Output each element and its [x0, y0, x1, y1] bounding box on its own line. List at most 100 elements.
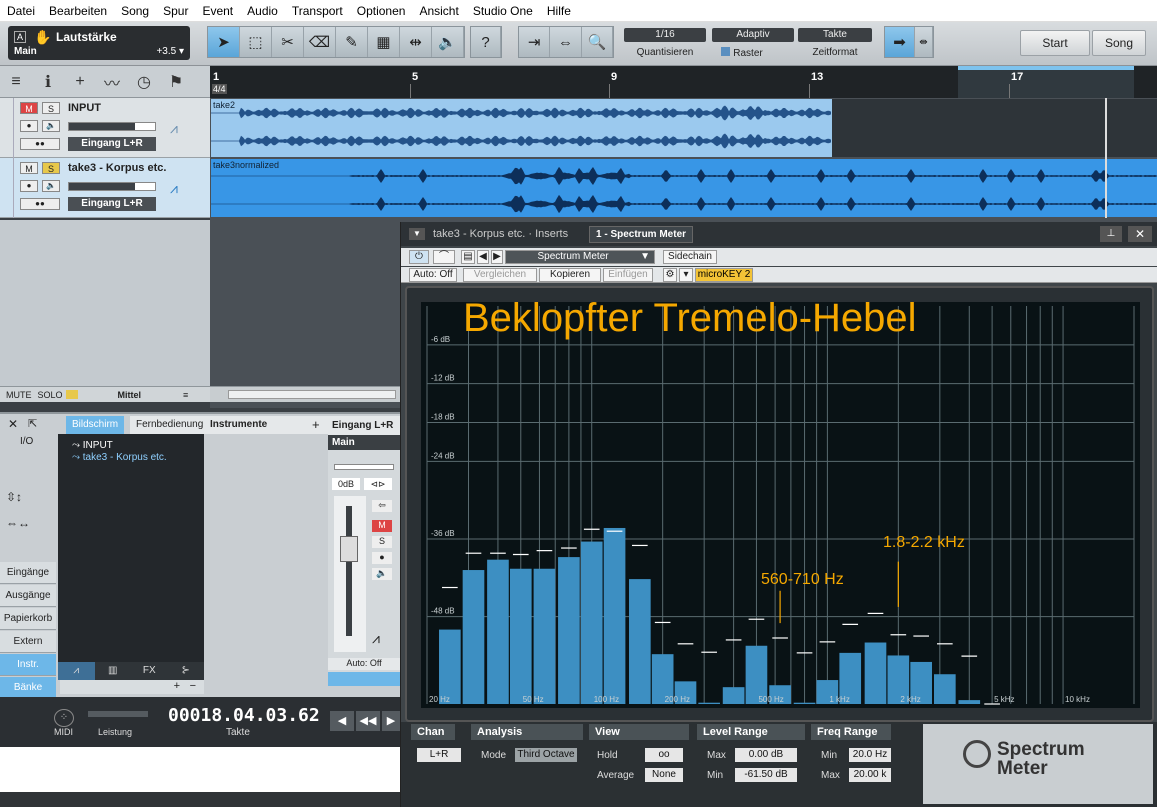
marker-flag-icon[interactable]: ⚑	[160, 72, 192, 92]
arrange-scrollbar[interactable]	[210, 386, 400, 402]
menu-event[interactable]: Event	[195, 4, 240, 18]
waveform-icon[interactable]: ⩘	[58, 662, 95, 680]
pencil-tool-icon[interactable]: ✎	[336, 27, 368, 57]
compare-button[interactable]: Vergleichen	[463, 268, 537, 282]
monitor-icon[interactable]: 🔈	[42, 120, 60, 132]
track-name[interactable]: INPUT	[68, 102, 101, 114]
rewind-icon[interactable]: ◀◀	[356, 711, 380, 731]
fmin-value[interactable]: 20.0 Hz	[849, 748, 891, 762]
song-button[interactable]: Song	[1092, 30, 1146, 56]
solo-button[interactable]: S	[372, 536, 392, 548]
zoom-in-icon[interactable]: ⇥	[519, 27, 551, 57]
fader-cap[interactable]	[340, 536, 358, 562]
list-item[interactable]: ⤳ take3 - Korpus etc.	[72, 452, 167, 463]
solo-button[interactable]: S	[42, 162, 60, 174]
automation-icon[interactable]: 〰	[96, 70, 128, 94]
mute-button[interactable]: M	[20, 162, 38, 174]
monitor-icon[interactable]: 🔈	[42, 180, 60, 192]
track-name[interactable]: take3 - Korpus etc.	[68, 162, 166, 174]
tab-fernbedienung[interactable]: Fernbedienung	[130, 416, 210, 434]
routing-icon[interactable]: ⊱	[168, 662, 205, 680]
copy-button[interactable]: Kopieren	[539, 268, 601, 282]
listen-tool-icon[interactable]: 🔈	[432, 27, 464, 57]
microkey-button[interactable]: microKEY 2	[695, 268, 753, 282]
follow-options-icon[interactable]: ⇼	[915, 27, 933, 57]
hold-value[interactable]: oo	[645, 748, 683, 762]
channel-output[interactable]: Main	[328, 435, 400, 450]
phase-icon[interactable]: ⊲⊳	[364, 478, 392, 490]
channel-auto[interactable]: Auto: Off	[328, 658, 400, 670]
track-volume-fader[interactable]	[68, 182, 156, 191]
audio-clip-take2[interactable]: take2	[211, 99, 832, 157]
mute-button[interactable]: M	[20, 102, 38, 114]
record-icon[interactable]: ●	[20, 180, 38, 192]
menu-studio-one[interactable]: Studio One	[466, 4, 540, 18]
link-icon[interactable]: ●●	[20, 138, 60, 150]
pin-icon[interactable]: ⊥	[1100, 226, 1122, 242]
global-mute[interactable]: MUTE	[6, 390, 32, 400]
loop-range[interactable]	[958, 66, 1134, 98]
record-icon[interactable]: ●	[372, 552, 392, 564]
mode-value[interactable]: Third Octave	[515, 748, 577, 762]
mute-tool-icon[interactable]: ▦	[368, 27, 400, 57]
solo-button[interactable]: S	[42, 102, 60, 114]
time-signature[interactable]: 4/4	[212, 84, 227, 94]
track-input[interactable]: M S INPUT ● 🔈 ●● Eingang L+R ⩘	[0, 98, 210, 158]
fmax-value[interactable]: 20.00 k	[849, 768, 891, 782]
next-preset-icon[interactable]: ▶	[491, 250, 503, 264]
menu-hilfe[interactable]: Hilfe	[540, 4, 578, 18]
range-tool-icon[interactable]: ⬚	[240, 27, 272, 57]
channel-fader[interactable]	[334, 496, 366, 652]
channel-db[interactable]: 0dB	[332, 478, 360, 490]
power-icon[interactable]: ⏻	[409, 250, 429, 264]
zoom-fit-icon[interactable]: ⇔	[550, 27, 582, 57]
menu-transport[interactable]: Transport	[285, 4, 350, 18]
audio-clip-take3normalized[interactable]: take3normalized	[211, 159, 1157, 217]
max-value[interactable]: 0.00 dB	[735, 748, 797, 762]
min-value[interactable]: -61.50 dB	[735, 768, 797, 782]
record-icon[interactable]: ●	[20, 120, 38, 132]
raster-checkbox[interactable]	[721, 47, 731, 56]
pan-slider[interactable]	[334, 464, 394, 470]
plugin-tab[interactable]: 1 - Spectrum Meter	[589, 226, 694, 243]
track-input-select[interactable]: Eingang L+R	[68, 137, 156, 151]
menu-datei[interactable]: Datei	[0, 4, 42, 18]
help-button[interactable]: ?	[471, 27, 501, 57]
vertical-size-icon[interactable]: ⇳↕	[6, 490, 22, 504]
pin-icon[interactable]: ⇱	[28, 417, 37, 430]
a-toggle[interactable]: A	[14, 31, 26, 43]
timeformat-value[interactable]: Takte	[798, 28, 872, 42]
split-tool-icon[interactable]: ✂	[272, 27, 304, 57]
auto-button[interactable]: Auto: Off	[409, 268, 457, 282]
menu-audio[interactable]: Audio	[240, 4, 285, 18]
side-eingaenge[interactable]: Eingänge	[0, 562, 56, 584]
mute-button[interactable]: M	[372, 520, 392, 532]
track-height-label[interactable]: Mittel	[118, 390, 142, 400]
side-ausgaenge[interactable]: Ausgänge	[0, 585, 56, 607]
paste-button[interactable]: Einfügen	[603, 268, 653, 282]
side-extern[interactable]: Extern	[0, 631, 56, 653]
sidechain-button[interactable]: Sidechain	[663, 250, 717, 264]
list-item[interactable]: ⤳ INPUT	[72, 440, 113, 451]
io-label[interactable]: I/O	[20, 436, 33, 447]
preset-selector[interactable]: Spectrum Meter ▼	[505, 250, 655, 264]
bars-icon[interactable]: ▥	[95, 662, 132, 680]
menu-icon[interactable]: ≡	[183, 390, 188, 400]
remove-icon[interactable]: −	[190, 680, 196, 692]
volume-display[interactable]: A ✋ Lautstärke Main +3.5 ▾	[8, 26, 190, 60]
adaptive-value[interactable]: Adaptiv	[712, 28, 794, 42]
prev-preset-icon[interactable]: ◀	[477, 250, 489, 264]
follow-icon[interactable]: ➡	[885, 27, 915, 57]
close-icon[interactable]: ✕	[8, 417, 18, 431]
zoom-search-icon[interactable]: 🔍	[582, 27, 613, 57]
side-papierkorb[interactable]: Papierkorb	[0, 608, 56, 630]
menu-optionen[interactable]: Optionen	[350, 4, 413, 18]
midi-dropdown-icon[interactable]: ▾	[679, 268, 693, 282]
forward-icon[interactable]: ▶	[382, 711, 400, 731]
list-icon[interactable]: ≡	[0, 73, 32, 91]
info-icon[interactable]: ℹ	[32, 72, 64, 92]
add-track-icon[interactable]: +	[64, 73, 96, 91]
menu-ansicht[interactable]: Ansicht	[412, 4, 465, 18]
chan-value[interactable]: L+R	[417, 748, 461, 762]
menu-song[interactable]: Song	[114, 4, 156, 18]
